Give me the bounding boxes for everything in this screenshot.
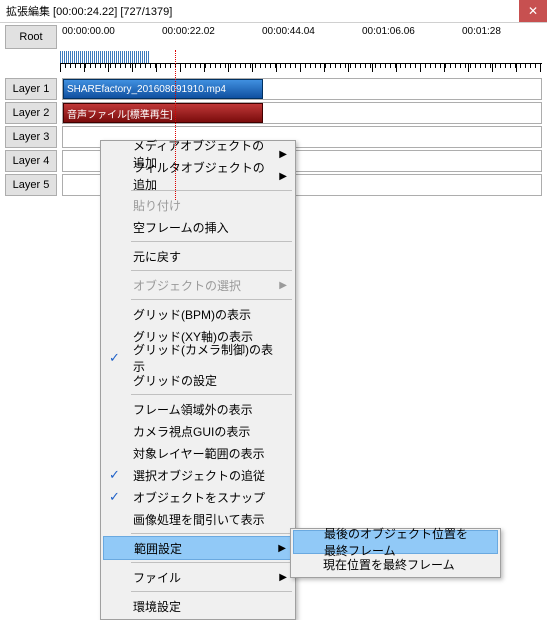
toolbar: Root 00:00:00.00 00:00:22.02 00:00:44.04… — [0, 23, 547, 51]
root-label: Root — [19, 31, 42, 43]
menu-separator — [131, 591, 292, 592]
menu-show-outside[interactable]: フレーム領域外の表示 — [103, 398, 293, 420]
submenu-last-object-frame[interactable]: 最後のオブジェクト位置を最終フレーム — [293, 530, 498, 554]
check-icon: ✓ — [109, 350, 120, 366]
chevron-right-icon: ▶ — [279, 149, 287, 160]
check-icon: ✓ — [109, 467, 120, 483]
menu-grid-camera[interactable]: ✓ グリッド(カメラ制御)の表示 — [103, 347, 293, 369]
timeline-wave — [0, 51, 547, 63]
timeline-ruler[interactable]: 00:00:00.00 00:00:22.02 00:00:44.04 00:0… — [62, 25, 542, 49]
root-button[interactable]: Root — [5, 25, 57, 49]
menu-grid-bpm[interactable]: グリッド(BPM)の表示 — [103, 303, 293, 325]
ruler-time-3: 00:01:06.06 — [362, 26, 415, 37]
menu-file[interactable]: ファイル ▶ — [103, 566, 293, 588]
context-menu: メディアオブジェクトの追加 ▶ フィルタオブジェクトの追加 ▶ 貼り付け 空フレ… — [100, 140, 296, 620]
chevron-right-icon: ▶ — [279, 280, 287, 291]
menu-separator — [131, 299, 292, 300]
chevron-right-icon: ▶ — [278, 543, 286, 554]
close-icon: ✕ — [528, 4, 538, 18]
layer-row-2: Layer 2 音声ファイル[標準再生] — [0, 101, 547, 125]
menu-undo[interactable]: 元に戻す — [103, 245, 293, 267]
clip-audio[interactable]: 音声ファイル[標準再生] — [63, 103, 263, 123]
timeline-ticks — [0, 63, 547, 77]
playhead[interactable] — [175, 50, 177, 200]
menu-insert-blank[interactable]: 空フレームの挿入 — [103, 216, 293, 238]
layer-label-5[interactable]: Layer 5 — [5, 174, 57, 196]
menu-thin-image[interactable]: 画像処理を間引いて表示 — [103, 508, 293, 530]
menu-separator — [131, 394, 292, 395]
menu-follow-selected[interactable]: ✓ 選択オブジェクトの追従 — [103, 464, 293, 486]
layer-track-2[interactable]: 音声ファイル[標準再生] — [62, 102, 542, 124]
menu-separator — [131, 533, 292, 534]
submenu-range: 最後のオブジェクト位置を最終フレーム 現在位置を最終フレーム — [290, 528, 501, 578]
menu-show-camera-gui[interactable]: カメラ視点GUIの表示 — [103, 420, 293, 442]
menu-separator — [131, 270, 292, 271]
layer-label-3[interactable]: Layer 3 — [5, 126, 57, 148]
layer-label-2[interactable]: Layer 2 — [5, 102, 57, 124]
chevron-right-icon: ▶ — [279, 171, 287, 182]
chevron-right-icon: ▶ — [279, 572, 287, 583]
ruler-time-4: 00:01:28 — [462, 26, 501, 37]
layer-label-1[interactable]: Layer 1 — [5, 78, 57, 100]
layer-row-1: Layer 1 SHAREfactory_201608091910.mp4 — [0, 77, 547, 101]
close-button[interactable]: ✕ — [519, 0, 547, 22]
clip-audio-label: 音声ファイル[標準再生] — [67, 106, 173, 121]
layer-track-1[interactable]: SHAREfactory_201608091910.mp4 — [62, 78, 542, 100]
menu-snap-object[interactable]: ✓ オブジェクトをスナップ — [103, 486, 293, 508]
clip-video[interactable]: SHAREfactory_201608091910.mp4 — [63, 79, 263, 99]
ruler-time-2: 00:00:44.04 — [262, 26, 315, 37]
menu-select-object: オブジェクトの選択 ▶ — [103, 274, 293, 296]
ruler-time-0: 00:00:00.00 — [62, 26, 115, 37]
titlebar: 拡張編集 [00:00:24.22] [727/1379] ✕ — [0, 0, 547, 23]
menu-add-filter[interactable]: フィルタオブジェクトの追加 ▶ — [103, 165, 293, 187]
menu-paste: 貼り付け — [103, 194, 293, 216]
ruler-time-1: 00:00:22.02 — [162, 26, 215, 37]
menu-separator — [131, 562, 292, 563]
menu-grid-settings[interactable]: グリッドの設定 — [103, 369, 293, 391]
check-icon: ✓ — [109, 489, 120, 505]
menu-range-settings[interactable]: 範囲設定 ▶ — [103, 536, 293, 560]
menu-env-settings[interactable]: 環境設定 — [103, 595, 293, 617]
menu-show-target-layer[interactable]: 対象レイヤー範囲の表示 — [103, 442, 293, 464]
submenu-current-frame[interactable]: 現在位置を最終フレーム — [293, 553, 498, 575]
clip-video-label: SHAREfactory_201608091910.mp4 — [67, 84, 226, 95]
layer-label-4[interactable]: Layer 4 — [5, 150, 57, 172]
window-title: 拡張編集 [00:00:24.22] [727/1379] — [6, 3, 172, 19]
menu-separator — [131, 241, 292, 242]
